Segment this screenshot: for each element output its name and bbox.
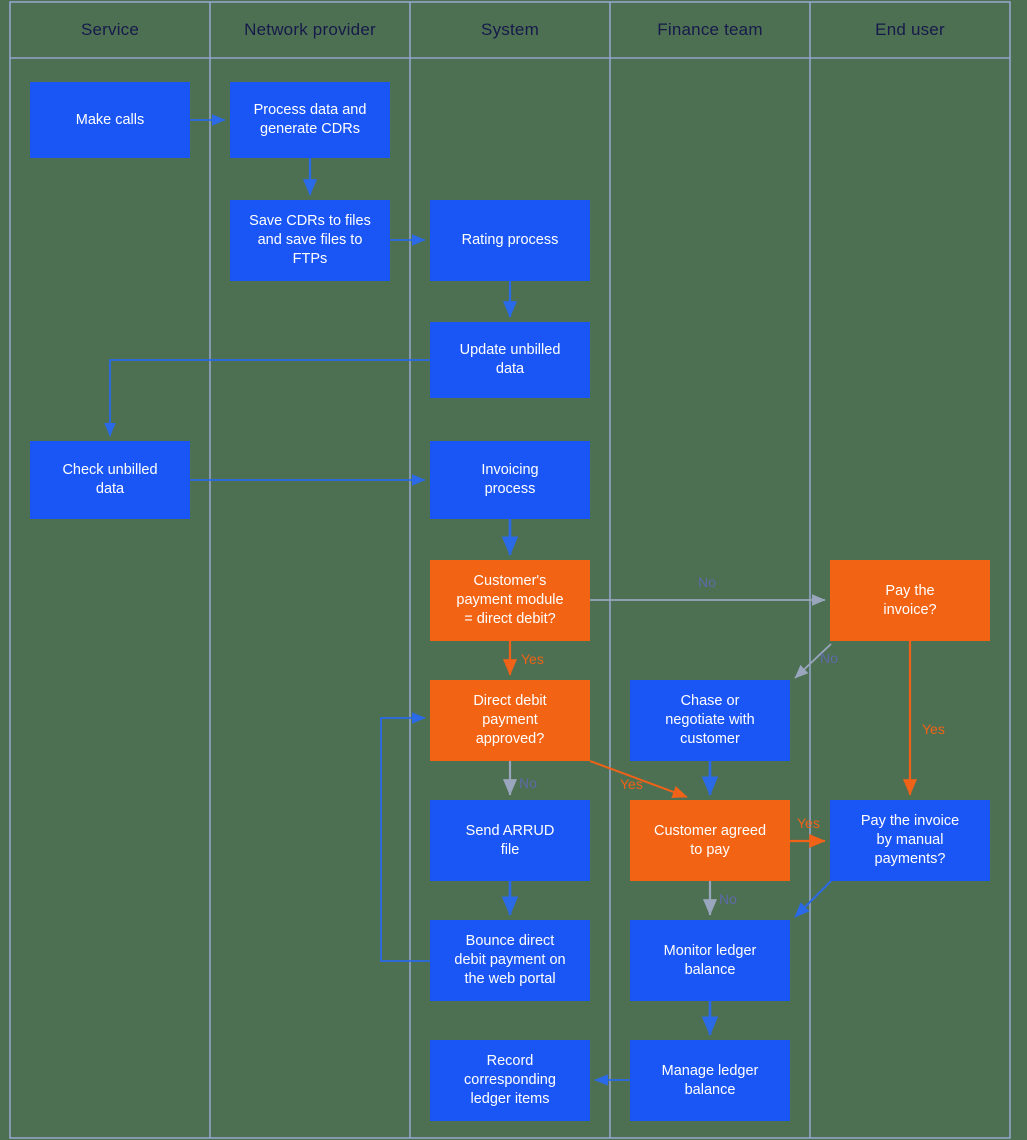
node-invoicing-process[interactable]: Invoicing process	[430, 441, 590, 519]
lane-header-service: Service	[10, 2, 210, 58]
lane-header-label: Finance team	[657, 20, 763, 39]
node-pay-invoice-manual-payments[interactable]: Pay the invoice by manual payments?	[830, 800, 990, 881]
node-rating-process[interactable]: Rating process	[430, 200, 590, 281]
edge-label-no-direct-debit: No	[519, 775, 537, 791]
edge-label-yes-customer-agreed: Yes	[797, 815, 820, 831]
lane-header-finance-team: Finance team	[610, 2, 810, 58]
edge-label-no-pay-invoice: No	[820, 650, 838, 666]
node-save-cdrs-to-files[interactable]: Save CDRs to files and save files to FTP…	[230, 200, 390, 281]
lane-header-label: Network provider	[244, 20, 376, 39]
node-check-unbilled-data[interactable]: Check unbilled data	[30, 441, 190, 519]
node-chase-or-negotiate[interactable]: Chase or negotiate with customer	[630, 680, 790, 761]
edge-label-yes-pay-invoice: Yes	[922, 721, 945, 737]
edge-label-yes-direct-debit: Yes	[620, 776, 643, 792]
node-update-unbilled-data[interactable]: Update unbilled data	[430, 322, 590, 398]
node-process-data-generate-cdrs[interactable]: Process data and generate CDRs	[230, 82, 390, 158]
lane-header-label: End user	[875, 20, 945, 39]
node-send-arrud-file[interactable]: Send ARRUD file	[430, 800, 590, 881]
lane-header-label: System	[481, 20, 539, 39]
node-pay-the-invoice[interactable]: Pay the invoice?	[830, 560, 990, 641]
node-customers-payment-module[interactable]: Customer's payment module = direct debit…	[430, 560, 590, 641]
edge-label-no-payment-module: No	[698, 574, 716, 590]
connector-update-unbilled-to-check-unbilled	[104, 359, 430, 437]
connector-bounce-to-direct-debit-loop	[380, 712, 430, 962]
node-bounce-direct-debit-payment[interactable]: Bounce direct debit payment on the web p…	[430, 920, 590, 1001]
edge-label-no-customer-agreed: No	[719, 891, 737, 907]
node-record-corresponding-ledger-items[interactable]: Record corresponding ledger items	[430, 1040, 590, 1121]
node-monitor-ledger-balance[interactable]: Monitor ledger balance	[630, 920, 790, 1001]
lane-header-network-provider: Network provider	[210, 2, 410, 58]
node-direct-debit-payment-approved[interactable]: Direct debit payment approved?	[430, 680, 590, 761]
lane-header-system: System	[410, 2, 610, 58]
node-manage-ledger-balance[interactable]: Manage ledger balance	[630, 1040, 790, 1121]
flowchart-canvas: Service Network provider System Finance …	[0, 0, 1027, 1140]
node-make-calls[interactable]: Make calls	[30, 82, 190, 158]
lane-header-label: Service	[80, 20, 140, 39]
node-customer-agreed-to-pay[interactable]: Customer agreed to pay	[630, 800, 790, 881]
lane-header-end-user: End user	[810, 2, 1010, 58]
edge-label-yes-payment-module: Yes	[521, 651, 544, 667]
connector-manual-payments-to-monitor-ledger	[794, 880, 832, 918]
